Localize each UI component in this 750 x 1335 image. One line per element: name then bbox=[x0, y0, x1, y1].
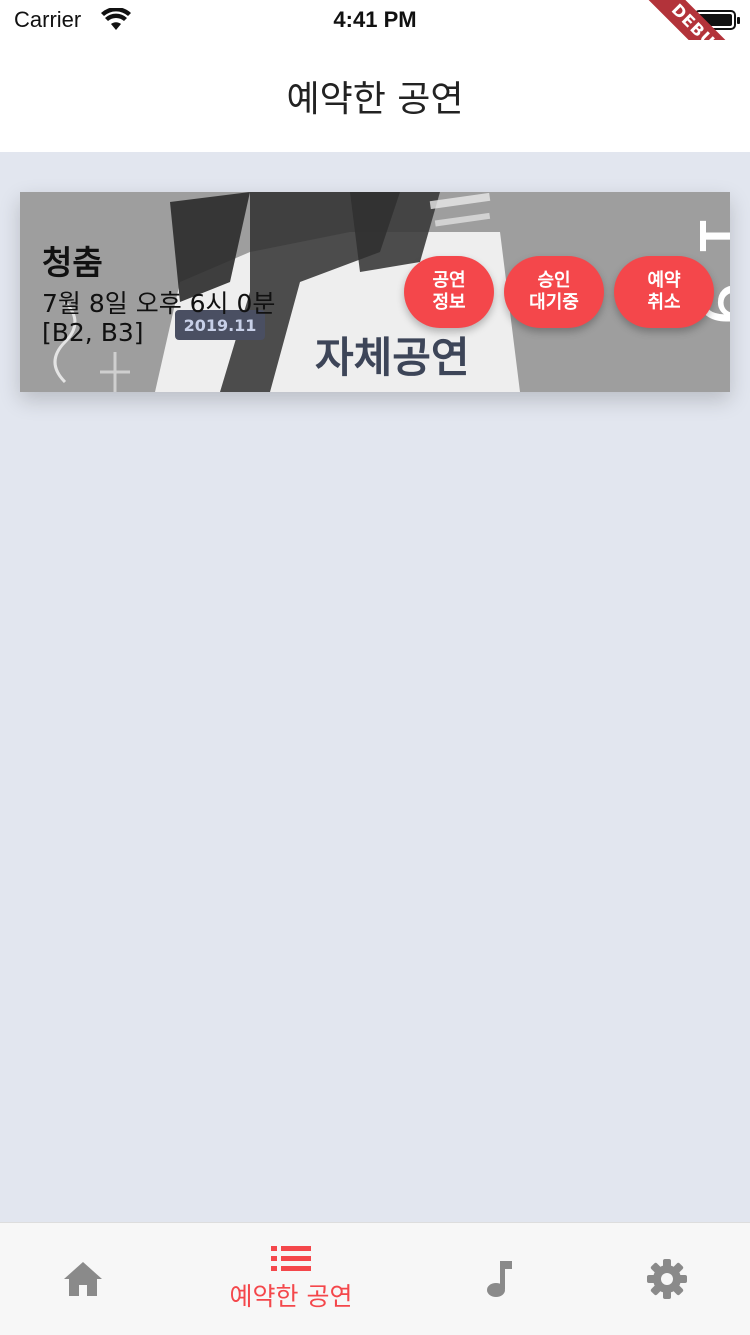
approval-status-label-2: 대기중 bbox=[529, 292, 579, 313]
approval-status-button[interactable]: 승인 대기중 bbox=[504, 256, 604, 328]
tab-music[interactable] bbox=[460, 1223, 540, 1335]
reservation-card[interactable]: 2019.11 자체공연 1 9 청춤 7월 8일 오후 6시 0분 [B2, … bbox=[20, 192, 730, 392]
poster-banner: 자체공연 bbox=[315, 333, 470, 382]
tab-home[interactable] bbox=[43, 1223, 123, 1335]
status-bar: Carrier 4:41 PM bbox=[0, 0, 750, 40]
cancel-reservation-label-1: 예약 bbox=[647, 270, 681, 291]
app-bar: 예약한 공연 bbox=[0, 40, 750, 152]
gear-icon bbox=[647, 1259, 687, 1299]
performance-info-label-1: 공연 bbox=[432, 270, 466, 291]
performance-seats: [B2, B3] bbox=[42, 318, 144, 347]
page-title: 예약한 공연 bbox=[286, 79, 464, 120]
bottom-tab-bar: 예약한 공연 bbox=[0, 1222, 750, 1335]
cancel-reservation-button[interactable]: 예약 취소 bbox=[614, 256, 714, 328]
performance-name: 청춤 bbox=[42, 243, 103, 282]
tab-settings[interactable] bbox=[627, 1223, 707, 1335]
approval-status-label-1: 승인 bbox=[537, 270, 571, 291]
status-time: 4:41 PM bbox=[333, 7, 417, 32]
cancel-reservation-label-2: 취소 bbox=[647, 292, 681, 313]
performance-date: 7월 8일 오후 6시 0분 bbox=[42, 289, 276, 318]
music-note-icon bbox=[487, 1261, 512, 1297]
performance-info-button[interactable]: 공연 정보 bbox=[404, 256, 494, 328]
tab-reservations[interactable]: 예약한 공연 bbox=[191, 1223, 391, 1335]
list-icon bbox=[271, 1246, 311, 1271]
tab-reservations-label: 예약한 공연 bbox=[229, 1282, 353, 1311]
home-icon bbox=[64, 1262, 102, 1296]
performance-info-label-2: 정보 bbox=[432, 292, 466, 313]
